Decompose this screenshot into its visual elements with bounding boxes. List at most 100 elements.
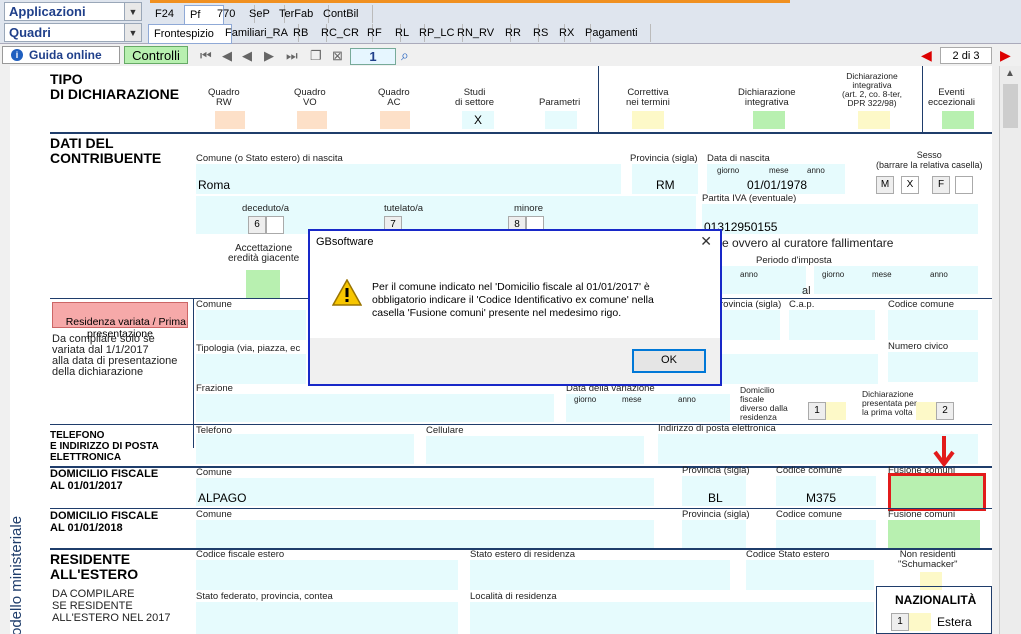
guida-online-button[interactable]: i Guida online [2,46,120,64]
piva-field[interactable]: 01312950155 [702,204,978,234]
quadro-rw-field[interactable] [215,111,245,129]
delete-page-icon[interactable]: ⊠ [332,48,343,64]
res-data-variazione-field[interactable]: giorno mese anno [566,394,730,422]
provincia-nascita-field[interactable]: RM [632,164,698,194]
res-codice-comune-label: Codice comune [888,299,955,310]
deceduto-checkbox[interactable] [266,216,284,234]
dom2017-codice-field[interactable]: M375 [776,476,876,506]
integrativa-field[interactable] [753,111,785,129]
controlli-button[interactable]: Controlli [124,46,188,64]
cellulare-field[interactable] [426,436,644,464]
email-field[interactable] [658,434,978,464]
warning-icon [331,278,363,307]
codice-stato-field[interactable] [746,560,874,590]
dom2018-provincia-label: Provincia (sigla) [682,509,750,520]
chevron-down-icon[interactable]: ▼ [124,24,141,41]
section-divider [50,466,992,468]
prev-page-red-icon[interactable]: ◀ [921,47,932,64]
dom2018-comune-label: Comune [196,509,232,520]
dom2018-fusione-label: Fusione comuni [888,509,956,520]
dom2018-provincia-field[interactable] [682,520,746,548]
studi-field[interactable]: X [462,111,494,129]
gbsoftware-dialog: GBsoftware ✕ Per il comune indicato nel … [308,229,722,386]
page-number-input[interactable]: 1 [350,48,396,65]
res-provincia-field[interactable] [720,310,780,340]
next-page-red-icon[interactable]: ▶ [1000,47,1011,64]
res-domicilio-field[interactable] [826,402,846,420]
res-domicilio-diverso-label: Domicilio fiscale diverso dalla residenz… [740,385,788,422]
contribuente-title: DATI DEL CONTRIBUENTE [50,135,162,166]
vertical-scrollbar[interactable]: ▲ [999,66,1021,634]
tab-contbil[interactable]: ContBil [318,5,373,23]
res-comune-field[interactable] [196,310,306,340]
accettazione-field[interactable] [246,270,280,298]
dom2018-comune-field[interactable] [196,520,654,548]
close-icon[interactable]: ✕ [700,233,712,250]
sesso-m-value: X [906,179,914,190]
nav-last-icon[interactable]: ⏭ [286,48,298,64]
dom2017-comune-field[interactable]: ALPAGO [196,478,654,506]
divider [922,66,923,132]
res-frazione-field[interactable] [196,394,554,422]
correttiva-field[interactable] [632,111,664,129]
quadro-vo-field[interactable] [297,111,327,129]
applicazioni-combo[interactable]: Applicazioni ▼ [4,2,142,21]
nav-first-icon[interactable]: ⏮ [200,48,212,64]
localita-label: Località di residenza [470,591,557,602]
nazionalita-field[interactable] [909,613,931,631]
res-tipologia-field[interactable] [196,354,306,384]
dom2017-codice-label: Codice comune [776,465,843,476]
tab-pagamenti[interactable]: Pagamenti [580,24,651,42]
dom2018-fusione-field[interactable] [888,520,980,548]
dom2017-provincia-label: Provincia (sigla) [682,465,750,476]
nav-next-icon[interactable]: ▶ [264,48,274,64]
section-divider [50,508,992,509]
search-icon[interactable]: ⌕ [401,47,409,64]
sesso-m-checkbox[interactable]: X [901,176,919,194]
res-codice-comune-field[interactable] [888,310,978,340]
periodo-al-anno-label: anno [930,270,948,279]
sesso-f-checkbox[interactable] [955,176,973,194]
quadro-ac-field[interactable] [380,111,410,129]
stato-estero-field[interactable] [470,560,730,590]
res-dich-number: 2 [942,405,948,416]
nav-back-icon[interactable]: ◀ [242,48,252,64]
res-cap-field[interactable] [789,310,875,340]
data-nascita-field[interactable]: giorno mese anno 01/01/1978 [707,164,845,194]
section-divider [50,424,992,425]
scroll-up-icon[interactable]: ▲ [1005,68,1015,79]
parametri-field[interactable] [545,111,577,129]
deceduto-num: 6 [248,216,266,234]
quadri-combo[interactable]: Quadri ▼ [4,23,142,42]
studi-value: X [474,113,483,127]
periodo-al-giorno-label: giorno [822,270,845,279]
telefono-field[interactable] [196,434,414,464]
scroll-thumb[interactable] [1003,84,1018,128]
stato-federato-field[interactable] [196,602,458,634]
comune-nascita-field[interactable]: Roma [196,164,621,194]
dom2017-fusione-field[interactable] [888,473,986,511]
eventi-field[interactable] [942,111,974,129]
periodo-al-field[interactable]: giorno mese anno [814,266,978,294]
periodo-dal-field[interactable]: anno [710,266,806,294]
residenza-variata-button[interactable]: Residenza variata / Prima presentazione [52,302,188,340]
telefono-title: TELEFONO E INDIRIZZO DI POSTA ELETTRONIC… [50,430,159,463]
cellulare-label: Cellulare [426,425,464,436]
nazionalita-number: 1 [897,616,903,627]
side-label-text: odello ministeriale [10,515,25,634]
sesso-f-label: F [937,179,945,190]
guida-online-label: Guida online [29,48,102,62]
chevron-down-icon[interactable]: ▼ [124,3,141,20]
res-dich-field[interactable] [916,402,936,420]
dom2018-codice-field[interactable] [776,520,876,548]
res-numero-civico-field[interactable] [888,352,978,382]
dom2018-title: DOMICILIO FISCALE AL 01/01/2018 [50,510,159,534]
integrativa2-field[interactable] [858,111,890,129]
res-indirizzo-field[interactable] [722,354,878,384]
dom2017-provincia-field[interactable]: BL [682,476,746,506]
copy-icon[interactable]: ❐ [310,48,322,64]
nav-prev-icon[interactable]: ◀ [222,48,232,64]
ok-button[interactable]: OK [632,349,706,373]
cf-estero-field[interactable] [196,560,458,590]
localita-field[interactable] [470,602,874,634]
